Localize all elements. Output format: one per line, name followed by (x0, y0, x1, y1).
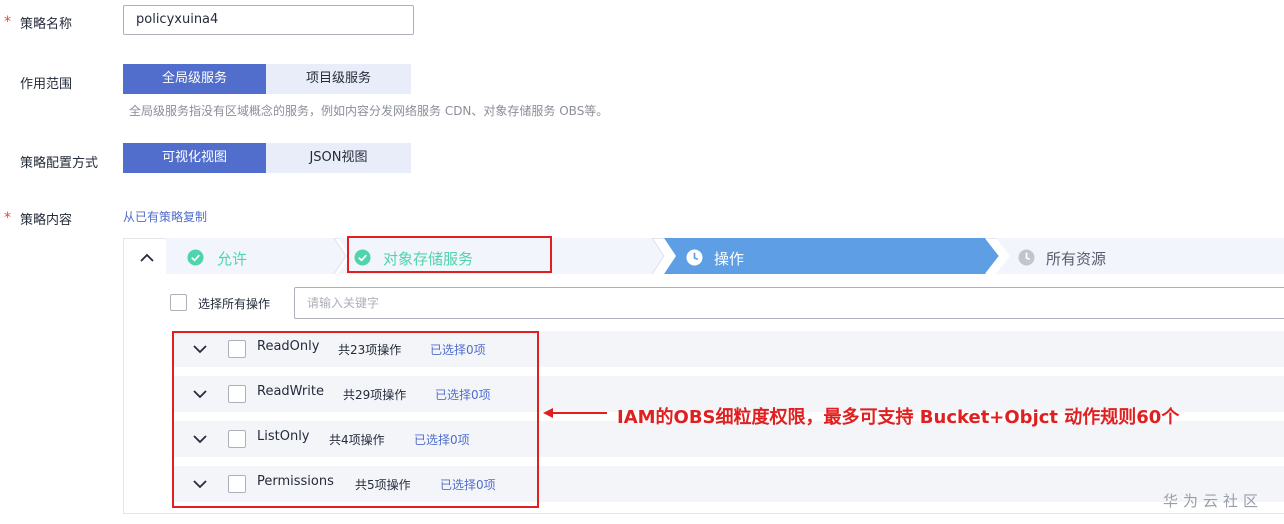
config-mode-label: 策略配置方式 (20, 156, 99, 171)
scope-hint: 全局级服务指没有区域概念的服务，例如内容分发网络服务 CDN、对象存储服务 OB… (129, 104, 609, 118)
chevron-up-icon[interactable] (138, 250, 156, 266)
required-mark: * (4, 14, 11, 30)
annotation-arrow-icon (543, 408, 607, 418)
step-allow-label[interactable]: 允许 (217, 248, 247, 269)
highlight-box-actions (172, 331, 539, 508)
copy-existing-policy-link[interactable]: 从已有策略复制 (123, 208, 207, 225)
scope-project-button[interactable]: 项目级服务 (266, 64, 411, 94)
visual-view-button[interactable]: 可视化视图 (123, 143, 266, 173)
select-all-checkbox[interactable] (170, 294, 187, 311)
select-all-label: 选择所有操作 (198, 297, 271, 311)
watermark: 华为云社区 (1163, 492, 1264, 510)
policy-name-label: 策略名称 (20, 17, 73, 32)
policy-content-label: 策略内容 (20, 213, 73, 228)
step-resource-label[interactable]: 所有资源 (1046, 248, 1106, 269)
json-view-button[interactable]: JSON视图 (266, 143, 411, 173)
scope-global-button[interactable]: 全局级服务 (123, 64, 266, 94)
clock-icon (686, 249, 703, 266)
policy-name-input[interactable]: policyxuina4 (123, 5, 414, 35)
step-action-label[interactable]: 操作 (714, 248, 744, 269)
scope-label: 作用范围 (20, 77, 73, 92)
clock-icon (1018, 249, 1035, 266)
required-mark: * (4, 210, 11, 226)
step-resource-bg (996, 238, 1284, 274)
check-circle-icon (187, 249, 204, 266)
highlight-box-service (347, 236, 552, 273)
action-search-input[interactable]: 请输入关键字 (294, 287, 1284, 319)
annotation-text: IAM的OBS细粒度权限，最多可支持 Bucket+Objct 动作规则60个 (617, 407, 1180, 428)
